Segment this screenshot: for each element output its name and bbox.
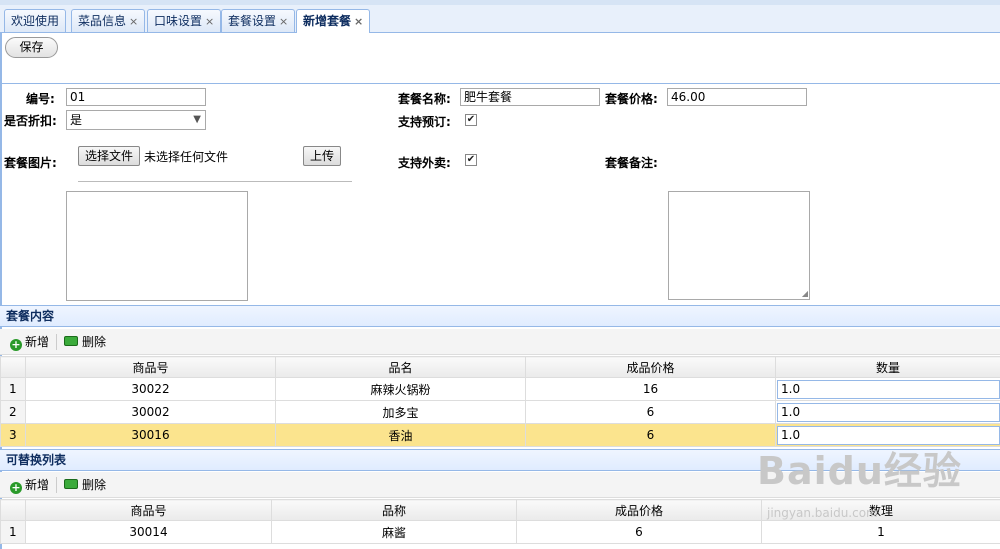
cell-qty: 1.0: [775, 377, 1000, 401]
cell-name: 加多宝: [275, 400, 526, 424]
row-number: 3: [0, 423, 26, 447]
remark-label: 套餐备注:: [605, 156, 658, 170]
tab-combo-settings[interactable]: 套餐设置 ×: [221, 9, 296, 32]
code-input[interactable]: 01: [66, 88, 206, 106]
watermark-url: jingyan.baidu.com: [767, 506, 878, 520]
cell-price: 16: [525, 377, 776, 401]
tab-welcome[interactable]: 欢迎使用: [4, 9, 67, 32]
cell-code: 30016: [25, 423, 276, 447]
column-header[interactable]: 品称: [271, 499, 517, 521]
delete-label: 删除: [82, 478, 107, 492]
qty-input[interactable]: 1.0: [777, 379, 1000, 399]
code-label: 编号:: [26, 92, 55, 106]
content-add-button[interactable]: + 新增: [10, 333, 49, 351]
column-header[interactable]: 数量: [775, 356, 1000, 378]
reserve-checkbox[interactable]: ✔: [465, 114, 477, 126]
upload-button[interactable]: 上传: [303, 146, 341, 166]
resize-handle-icon[interactable]: ◢: [802, 290, 808, 298]
takeout-checkbox[interactable]: ✔: [465, 154, 477, 166]
combo-content-table: 商品号 品名 成品价格 数量 1 30022 麻辣火锅粉 16 1.0 2 30…: [0, 356, 1000, 447]
cell-code: 30014: [25, 520, 272, 544]
check-icon: ✔: [466, 114, 476, 125]
combo-content-toolbar: + 新增 删除: [0, 329, 1000, 355]
choose-file-button[interactable]: 选择文件: [78, 146, 140, 166]
tab-label: 新增套餐: [303, 14, 352, 28]
cell-name: 麻酱: [271, 520, 517, 544]
tab-bar: 欢迎使用 菜品信息 × 口味设置 × 套餐设置 × 新增套餐 ×: [0, 0, 1000, 33]
tab-dish-info[interactable]: 菜品信息 ×: [71, 9, 146, 32]
add-label: 新增: [25, 335, 50, 349]
alt-delete-button[interactable]: 删除: [64, 476, 106, 494]
table-row[interactable]: 2 30002 加多宝 6 1.0: [0, 400, 1000, 424]
column-header[interactable]: 商品号: [25, 356, 276, 378]
cell-name: 香油: [275, 423, 526, 447]
tab-label: 欢迎使用: [11, 14, 60, 28]
no-file-text: 未选择任何文件: [144, 150, 229, 164]
row-number-header: [0, 499, 26, 521]
combo-name-input[interactable]: 肥牛套餐: [460, 88, 600, 106]
takeout-label: 支持外卖:: [398, 156, 451, 170]
discount-label: 是否折扣:: [4, 114, 57, 128]
combo-name-label: 套餐名称:: [398, 92, 451, 106]
tab-flavor-settings[interactable]: 口味设置 ×: [147, 9, 222, 32]
qty-input[interactable]: 1.0: [777, 402, 1000, 422]
row-number: 1: [0, 520, 26, 544]
remove-icon: [64, 479, 78, 489]
row-number: 1: [0, 377, 26, 401]
table-row[interactable]: 1 30022 麻辣火锅粉 16 1.0: [0, 377, 1000, 401]
discount-value: 是: [70, 113, 83, 127]
divider: [0, 83, 1000, 84]
cell-name: 麻辣火锅粉: [275, 377, 526, 401]
remove-icon: [64, 336, 78, 346]
tab-label: 套餐设置: [228, 14, 277, 28]
combo-price-input[interactable]: 46.00: [667, 88, 807, 106]
column-header[interactable]: 成品价格: [525, 356, 776, 378]
column-header[interactable]: 商品号: [25, 499, 272, 521]
column-header[interactable]: 品名: [275, 356, 526, 378]
toolbar-separator: [56, 477, 57, 493]
combo-price-label: 套餐价格:: [605, 92, 658, 106]
save-button[interactable]: 保存: [5, 37, 58, 58]
file-underline: [78, 181, 352, 182]
add-icon: +: [10, 481, 22, 494]
reserve-label: 支持预订:: [398, 115, 451, 129]
cell-qty: 1.0: [775, 400, 1000, 424]
close-icon[interactable]: ×: [129, 15, 138, 28]
add-label: 新增: [25, 478, 50, 492]
remark-textarea[interactable]: ◢: [668, 191, 810, 300]
close-icon[interactable]: ×: [205, 15, 214, 28]
delete-label: 删除: [82, 335, 107, 349]
cell-code: 30002: [25, 400, 276, 424]
close-icon[interactable]: ×: [279, 15, 288, 28]
tab-label: 口味设置: [154, 14, 203, 28]
alt-add-button[interactable]: + 新增: [10, 476, 49, 494]
discount-select[interactable]: 是 ▼: [66, 110, 206, 130]
toolbar-separator: [56, 334, 57, 350]
chevron-down-icon: ▼: [193, 114, 201, 125]
watermark-logo: Baidu经验: [757, 449, 962, 493]
column-header[interactable]: 成品价格: [516, 499, 762, 521]
row-number: 2: [0, 400, 26, 424]
cell-code: 30022: [25, 377, 276, 401]
add-icon: +: [10, 338, 22, 351]
baidu-watermark: Baidu经验 jingyan.baidu.com: [757, 440, 992, 530]
combo-content-panel-title: 套餐内容: [0, 305, 1000, 327]
combo-image-label: 套餐图片:: [4, 156, 57, 170]
row-number-header: [0, 356, 26, 378]
check-icon: ✔: [466, 154, 476, 165]
close-icon[interactable]: ×: [354, 15, 363, 28]
tab-new-combo[interactable]: 新增套餐 ×: [296, 9, 371, 33]
cell-price: 6: [525, 423, 776, 447]
tab-label: 菜品信息: [78, 14, 127, 28]
cell-price: 6: [525, 400, 776, 424]
cell-price: 6: [516, 520, 762, 544]
image-preview: [66, 191, 248, 301]
table-header: 商品号 品名 成品价格 数量: [0, 356, 1000, 378]
content-delete-button[interactable]: 删除: [64, 333, 106, 351]
